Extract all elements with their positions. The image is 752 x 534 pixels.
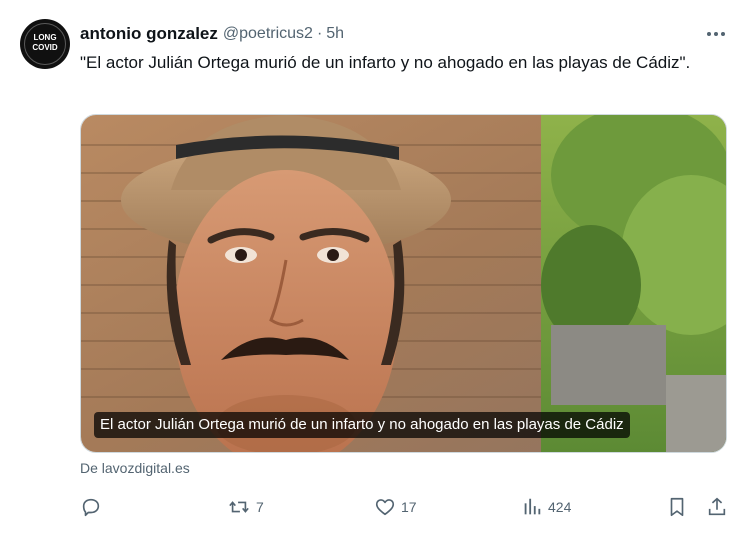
retweet-count: 7 bbox=[256, 499, 264, 515]
heart-icon bbox=[375, 499, 395, 516]
tweet-text: "El actor Julián Ortega murió de un infa… bbox=[80, 53, 691, 72]
like-count: 17 bbox=[401, 499, 417, 515]
media-caption: El actor Julián Ortega murió de un infar… bbox=[94, 412, 630, 438]
bookmark-button[interactable] bbox=[667, 496, 687, 518]
author-display-name[interactable]: antonio gonzalez bbox=[80, 24, 218, 44]
retweet-button[interactable]: 7 bbox=[227, 496, 264, 518]
avatar[interactable]: LONG COVID bbox=[20, 19, 70, 69]
more-options-button[interactable] bbox=[700, 24, 732, 44]
avatar-label-long: LONG bbox=[33, 33, 57, 42]
like-button[interactable]: 17 bbox=[374, 496, 417, 518]
media-photo bbox=[81, 115, 726, 452]
share-icon bbox=[708, 497, 726, 516]
more-icon bbox=[707, 32, 725, 36]
views-icon bbox=[524, 498, 541, 515]
time-separator: · bbox=[316, 25, 323, 42]
tweet-card: LONG COVID antonio gonzalez @poetricus2 … bbox=[0, 0, 752, 534]
tweet-timestamp[interactable]: 5h bbox=[326, 25, 344, 43]
media-card[interactable]: El actor Julián Ortega murió de un infar… bbox=[80, 114, 727, 453]
retweet-icon bbox=[229, 501, 249, 513]
reply-icon bbox=[82, 498, 100, 517]
author-handle[interactable]: @poetricus2 bbox=[223, 25, 313, 43]
reply-button[interactable] bbox=[80, 496, 102, 518]
avatar-label-covid: COVID bbox=[32, 43, 58, 52]
views-button[interactable]: 424 bbox=[521, 496, 571, 518]
bookmark-icon bbox=[670, 497, 684, 517]
views-count: 424 bbox=[548, 499, 572, 515]
tweet-header: antonio gonzalez @poetricus2 · 5h bbox=[80, 23, 344, 45]
share-button[interactable] bbox=[706, 496, 728, 518]
source-link[interactable]: De lavozdigital.es bbox=[80, 460, 190, 476]
